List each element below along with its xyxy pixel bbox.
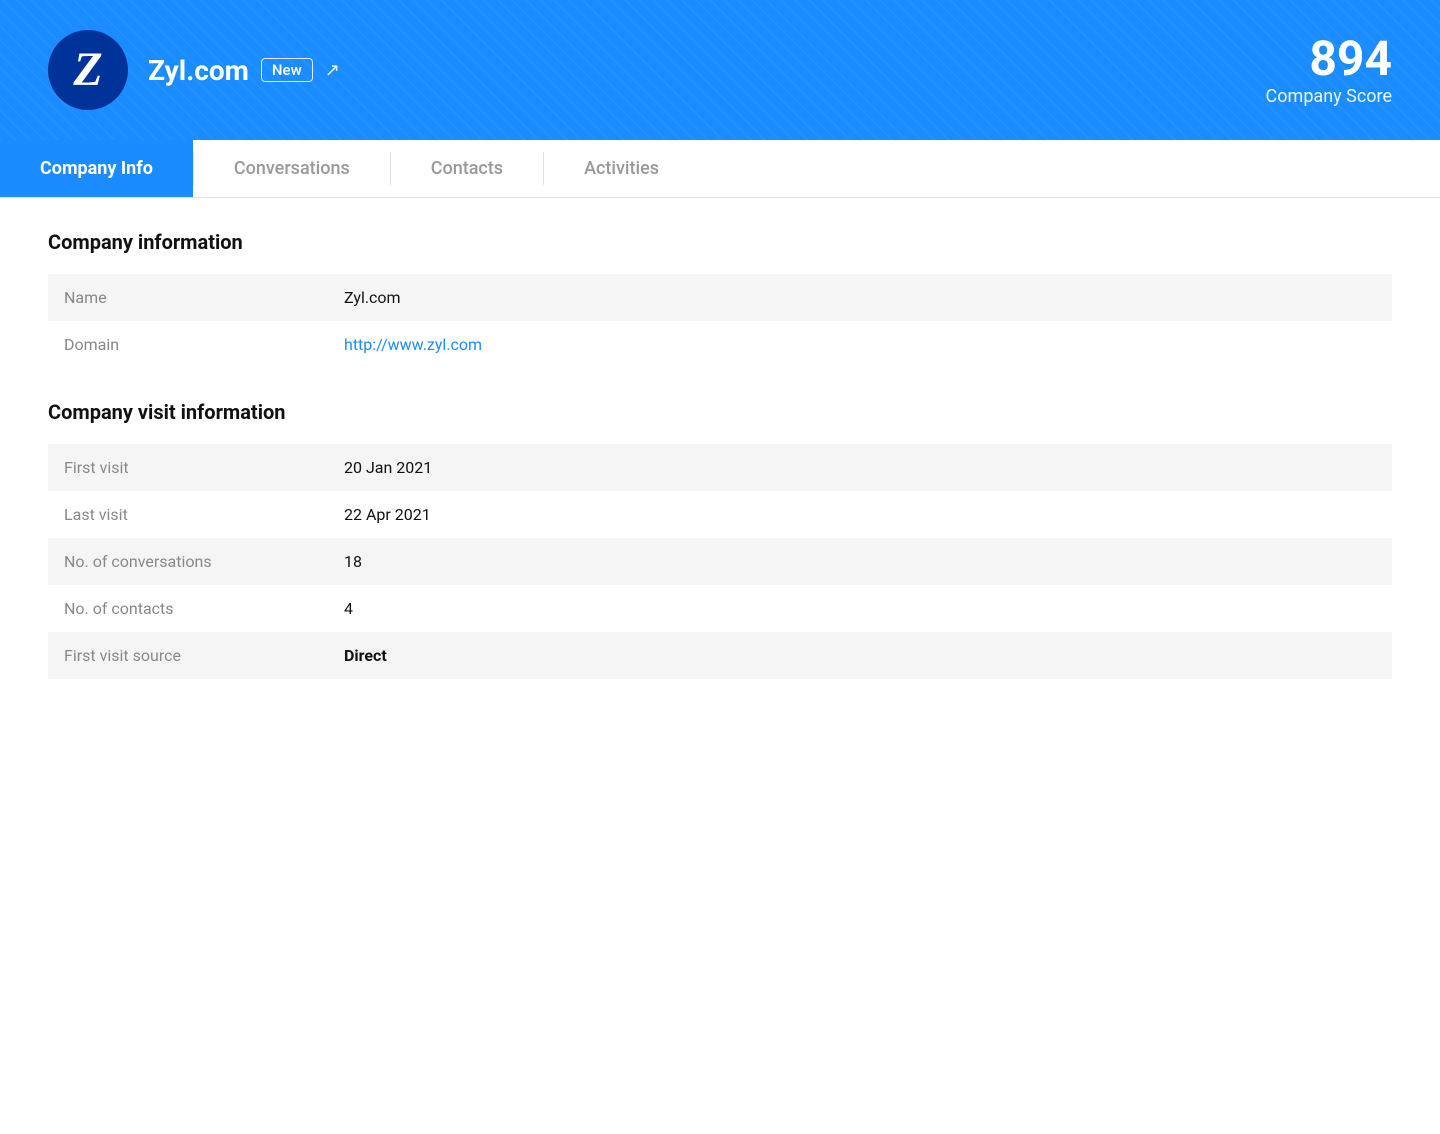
header-left: Z Zyl.com New ↗ [48, 30, 340, 110]
field-value-num-contacts: 4 [328, 585, 1392, 632]
tab-activities[interactable]: Activities [544, 140, 699, 197]
tabs-bar: Company Info Conversations Contacts Acti… [0, 140, 1440, 198]
external-link-icon[interactable]: ↗ [325, 60, 340, 81]
field-label-name: Name [48, 274, 328, 321]
field-label-num-contacts: No. of contacts [48, 585, 328, 632]
table-row: Last visit 22 Apr 2021 [48, 491, 1392, 538]
tab-conversations[interactable]: Conversations [194, 140, 390, 197]
field-label-first-visit: First visit [48, 444, 328, 491]
company-name: Zyl.com [148, 54, 249, 87]
page-header: Z Zyl.com New ↗ 894 Company Score [0, 0, 1440, 140]
field-value-domain[interactable]: http://www.zyl.com [328, 321, 1392, 368]
company-information-table: Name Zyl.com Domain http://www.zyl.com [48, 274, 1392, 368]
logo-letter: Z [73, 46, 102, 94]
tab-contacts[interactable]: Contacts [391, 140, 543, 197]
company-information-section: Company information Name Zyl.com Domain … [48, 230, 1392, 368]
table-row: Name Zyl.com [48, 274, 1392, 321]
field-value-first-visit: 20 Jan 2021 [328, 444, 1392, 491]
domain-link[interactable]: http://www.zyl.com [344, 335, 482, 354]
company-logo: Z [48, 30, 128, 110]
visit-information-table: First visit 20 Jan 2021 Last visit 22 Ap… [48, 444, 1392, 679]
new-badge: New [261, 58, 313, 82]
field-value-num-conversations: 18 [328, 538, 1392, 585]
table-row: No. of conversations 18 [48, 538, 1392, 585]
visit-information-section: Company visit information First visit 20… [48, 400, 1392, 679]
field-label-num-conversations: No. of conversations [48, 538, 328, 585]
company-information-title: Company information [48, 230, 1392, 254]
field-label-first-visit-source: First visit source [48, 632, 328, 679]
header-title-row: Zyl.com New ↗ [148, 54, 340, 87]
visit-information-title: Company visit information [48, 400, 1392, 424]
tab-company-info[interactable]: Company Info [0, 140, 193, 197]
table-row: Domain http://www.zyl.com [48, 321, 1392, 368]
field-value-first-visit-source: Direct [328, 632, 1392, 679]
field-label-domain: Domain [48, 321, 328, 368]
field-label-last-visit: Last visit [48, 491, 328, 538]
company-score-section: 894 Company Score [1266, 33, 1392, 107]
main-content: Company information Name Zyl.com Domain … [0, 198, 1440, 743]
field-value-name: Zyl.com [328, 274, 1392, 321]
table-row: First visit 20 Jan 2021 [48, 444, 1392, 491]
score-label: Company Score [1266, 86, 1392, 107]
table-row: No. of contacts 4 [48, 585, 1392, 632]
table-row: First visit source Direct [48, 632, 1392, 679]
field-value-last-visit: 22 Apr 2021 [328, 491, 1392, 538]
score-number: 894 [1266, 33, 1392, 86]
